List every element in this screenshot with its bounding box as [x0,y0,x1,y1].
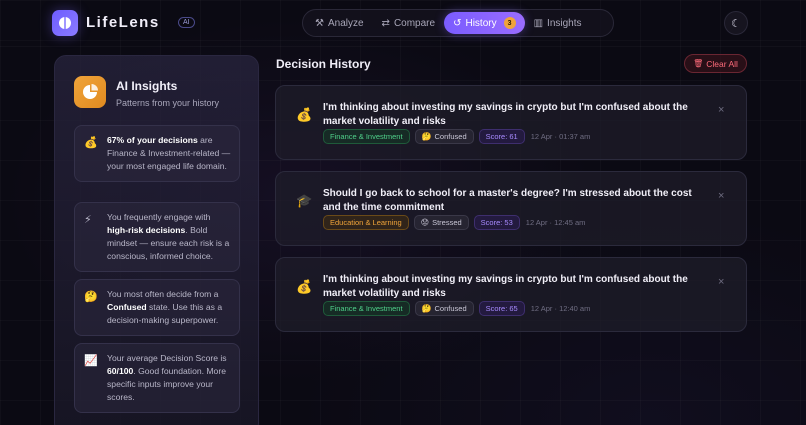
timestamp: 12 Apr · 12:45 am [525,218,586,227]
trash-icon: 🗑 [693,59,704,68]
money-bag-icon: 💰 [84,136,98,149]
delete-icon[interactable]: × [718,276,724,288]
nav-analyze[interactable]: ⚒ Analyze [306,12,373,34]
thinking-face-icon: 🤔 [84,290,98,303]
money-bag-icon: 💰 [296,280,313,295]
insight-card: 📈 Your average Decision Score is 60/100.… [74,343,240,413]
insight-pre: You most often decide from a [107,289,219,299]
score-badge: Score: 53 [473,215,520,230]
history-item[interactable]: 🎓 Should I go back to school for a maste… [275,171,747,246]
mood-emoji-icon: 😟 [420,218,430,227]
insight-strong: high-risk decisions [107,225,186,235]
nav-label: Insights [547,17,582,29]
nav-label: Analyze [327,17,364,29]
insight-strong: 67% of your decisions [107,135,198,145]
insight-card: 💰 67% of your decisions are Finance & In… [74,125,240,182]
insights-title: AI Insights [116,79,178,93]
decision-question: I'm thinking about investing my savings … [323,274,688,299]
compare-icon: ⇄ [381,17,390,29]
page-title: Decision History [276,57,371,71]
insight-pre: Your average Decision Score is [107,353,227,363]
history-item[interactable]: 💰 I'm thinking about investing my saving… [275,85,747,160]
category-badge: Education & Learning [323,215,409,230]
decision-tags: Finance & Investment 🤔 Confused Score: 65… [323,301,590,316]
mood-label: Confused [434,132,467,141]
theme-toggle-button[interactable]: ☾ [724,11,748,35]
category-badge: Finance & Investment [323,301,410,316]
insight-strong: Confused [107,302,147,312]
insight-card: 🤔 You most often decide from a Confused … [74,279,240,336]
clear-all-button[interactable]: 🗑 Clear All [684,54,747,73]
nav-compare[interactable]: ⇄ Compare [373,12,445,34]
mood-badge: 😟 Stressed [413,215,469,230]
magic-wand-icon: ⚒ [315,17,324,29]
brand-name[interactable]: LifeLens [86,14,160,31]
history-icon: ↺ [453,17,462,29]
main-nav: ⚒ Analyze ⇄ Compare ↺ History 3 ▥ Insigh… [302,9,614,37]
insight-strong: 60/100 [107,366,134,376]
decision-question: Should I go back to school for a master'… [323,188,692,213]
moon-icon: ☾ [731,17,741,30]
decision-tags: Education & Learning 😟 Stressed Score: 53… [323,215,585,230]
category-badge: Finance & Investment [323,129,410,144]
delete-icon[interactable]: × [718,190,724,202]
mood-emoji-icon: 🤔 [421,132,432,141]
timestamp: 12 Apr · 12:40 am [530,304,591,313]
decision-question: I'm thinking about investing my savings … [323,102,688,127]
nav-label: History [465,17,497,29]
logo-icon[interactable] [52,10,78,36]
header-divider [0,46,806,47]
score-badge: Score: 61 [478,129,525,144]
money-bag-icon: 💰 [296,108,313,123]
mood-emoji-icon: 🤔 [421,304,432,313]
nav-insights[interactable]: ▥ Insights [525,12,591,34]
insight-card: ⚡ You frequently engage with high-risk d… [74,202,240,272]
score-badge: Score: 65 [478,301,525,316]
insight-pre: You frequently engage with [107,212,211,222]
ai-insights-panel: AI Insights Patterns from your history 💰… [54,55,259,425]
mood-badge: 🤔 Confused [414,301,474,316]
app-header: LifeLens AI ⚒ Analyze ⇄ Compare ↺ Histor… [38,0,768,46]
nav-history[interactable]: ↺ History 3 [444,12,525,34]
insights-subtitle: Patterns from your history [116,98,220,108]
pie-chart-icon [74,76,106,108]
trend-chart-icon: 📈 [84,354,98,367]
mood-label: Confused [434,304,467,313]
nav-label: Compare [393,17,436,29]
decision-tags: Finance & Investment 🤔 Confused Score: 61… [323,129,590,144]
timestamp: 12 Apr · 01:37 am [530,132,591,141]
mood-label: Stressed [432,218,462,227]
clear-all-label: Clear All [706,58,738,69]
history-count-badge: 3 [503,17,516,29]
delete-icon[interactable]: × [718,104,724,116]
bar-chart-icon: ▥ [533,17,544,29]
mood-badge: 🤔 Confused [414,129,474,144]
ai-chip: AI [178,17,195,28]
graduation-cap-icon: 🎓 [296,194,313,209]
lightning-icon: ⚡ [84,213,92,226]
history-item[interactable]: 💰 I'm thinking about investing my saving… [275,257,747,332]
